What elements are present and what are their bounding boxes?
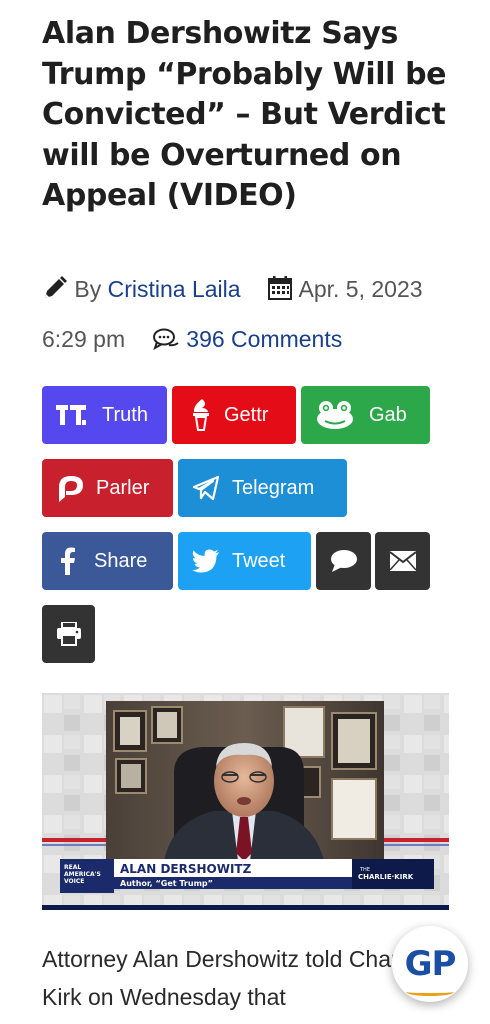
- share-parler-button[interactable]: Parler: [42, 459, 173, 517]
- svg-text:VOICE: VOICE: [64, 878, 84, 885]
- comments-icon: [152, 320, 180, 366]
- share-telegram-label: Telegram: [232, 476, 315, 499]
- byline-prefix: By: [74, 276, 102, 302]
- gettr-icon: [190, 398, 212, 432]
- share-truth-button[interactable]: Truth: [42, 386, 167, 444]
- pencil-icon: [42, 270, 68, 316]
- article-page: Alan Dershowitz Says Trump “Probably Wil…: [0, 0, 490, 1024]
- twitter-bird-icon: [192, 549, 220, 573]
- share-gettr-label: Gettr: [224, 403, 269, 426]
- printer-icon: [56, 622, 82, 646]
- article-headline: Alan Dershowitz Says Trump “Probably Wil…: [42, 16, 447, 213]
- share-twitter-button[interactable]: Tweet: [178, 532, 311, 590]
- facebook-icon: [60, 547, 76, 575]
- parler-icon: [56, 473, 86, 503]
- article-video-thumbnail[interactable]: REAL AMERICA'S VOICE ALAN DERSHOWITZ Aut…: [42, 693, 449, 910]
- share-gab-label: Gab: [369, 403, 407, 426]
- gab-frog-icon: [315, 400, 355, 430]
- share-facebook-label: Share: [94, 549, 148, 572]
- share-gab-button[interactable]: Gab: [301, 386, 430, 444]
- telegram-icon: [192, 475, 220, 501]
- share-twitter-label: Tweet: [232, 549, 286, 572]
- share-parler-label: Parler: [96, 476, 150, 499]
- network-logo: REAL: [64, 864, 81, 871]
- chat-bubble-icon: [330, 549, 358, 573]
- comments-link[interactable]: 396 Comments: [186, 326, 342, 352]
- lower-third-name: ALAN DERSHOWITZ: [120, 862, 252, 876]
- print-button[interactable]: [42, 605, 95, 663]
- envelope-icon: [389, 551, 416, 571]
- lower-third-subtitle: Author, “Get Trump”: [120, 879, 213, 888]
- share-sms-button[interactable]: [316, 532, 371, 590]
- show-logo: CHARLIE·KIRK: [358, 873, 414, 881]
- svg-text:AMERICA'S: AMERICA'S: [64, 871, 101, 878]
- calendar-icon: [267, 270, 293, 316]
- gp-logo-arc: [406, 988, 454, 996]
- article-meta: By Cristina Laila Apr. 5, 2023 6:29 pm 3…: [42, 266, 462, 366]
- truth-social-icon: [56, 403, 86, 427]
- share-truth-label: Truth: [102, 403, 148, 426]
- share-telegram-button[interactable]: Telegram: [178, 459, 347, 517]
- share-gettr-button[interactable]: Gettr: [172, 386, 296, 444]
- author-link[interactable]: Cristina Laila: [108, 276, 241, 302]
- gp-logo-button[interactable]: GP: [392, 926, 468, 1002]
- share-facebook-button[interactable]: Share: [42, 532, 173, 590]
- share-email-button[interactable]: [375, 532, 430, 590]
- gp-logo-text: GP: [404, 944, 457, 984]
